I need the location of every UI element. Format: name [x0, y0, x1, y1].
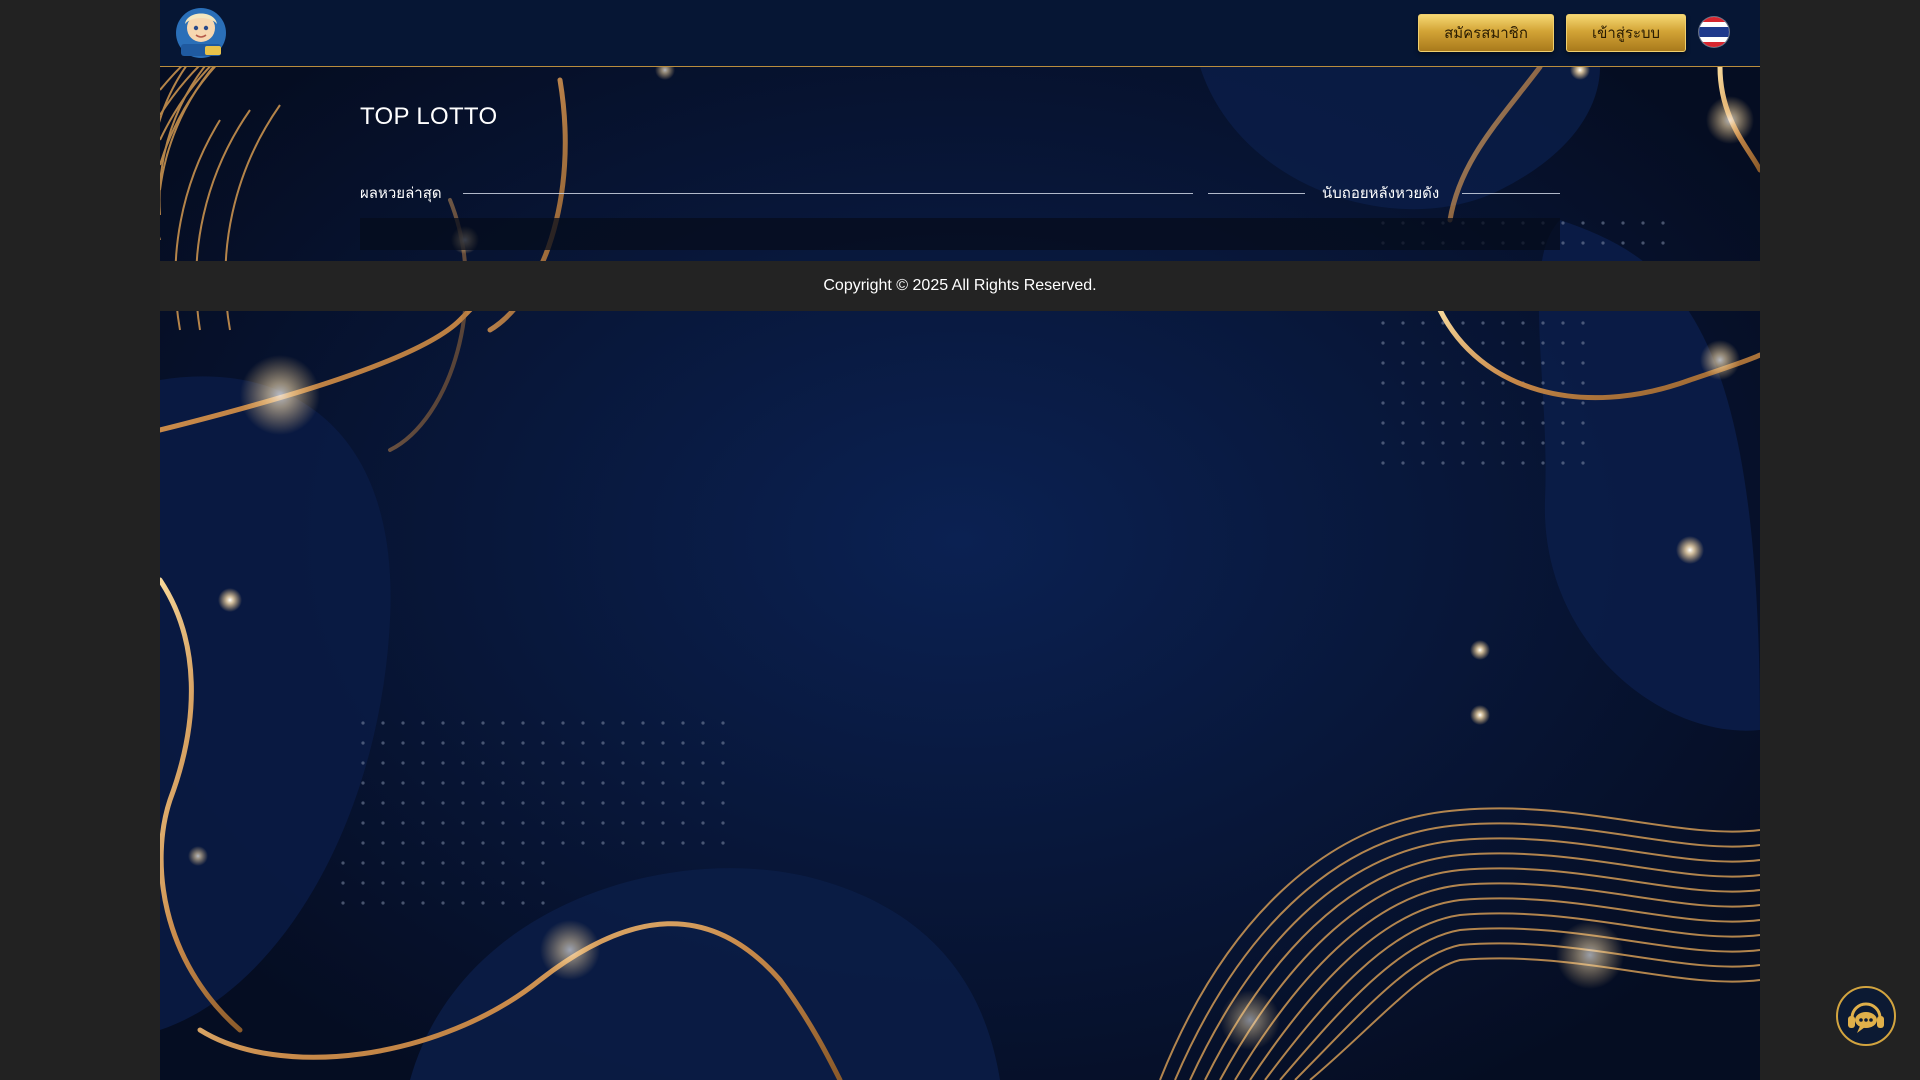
chat-support-icon: [1848, 1002, 1884, 1033]
divider-line: [1462, 193, 1560, 194]
divider-line: [1208, 193, 1305, 194]
lotto-results-list: [360, 218, 1560, 250]
page-container: สมัครสมาชิก เข้าสู่ระบบ TOP LOTTO ผลหวยล…: [160, 0, 1760, 1080]
countdown-label: นับถอยหลังหวยดัง: [1322, 184, 1440, 202]
footer-copyright: Copyright © 2025 All Rights Reserved.: [160, 261, 1760, 311]
page-title: TOP LOTTO: [360, 103, 498, 130]
latest-results-label: ผลหวยล่าสุด: [360, 184, 442, 202]
main-content: TOP LOTTO ผลหวยล่าสุด นับถอยหลังหวยดัง: [160, 67, 1760, 261]
mascot-logo-icon[interactable]: [175, 6, 227, 60]
login-button[interactable]: เข้าสู่ระบบ: [1566, 14, 1686, 52]
thai-flag-icon[interactable]: [1699, 17, 1729, 47]
top-header: สมัครสมาชิก เข้าสู่ระบบ: [160, 0, 1760, 67]
divider-line: [463, 193, 1193, 194]
chat-support-button[interactable]: [1836, 986, 1896, 1046]
register-button[interactable]: สมัครสมาชิก: [1418, 14, 1554, 52]
